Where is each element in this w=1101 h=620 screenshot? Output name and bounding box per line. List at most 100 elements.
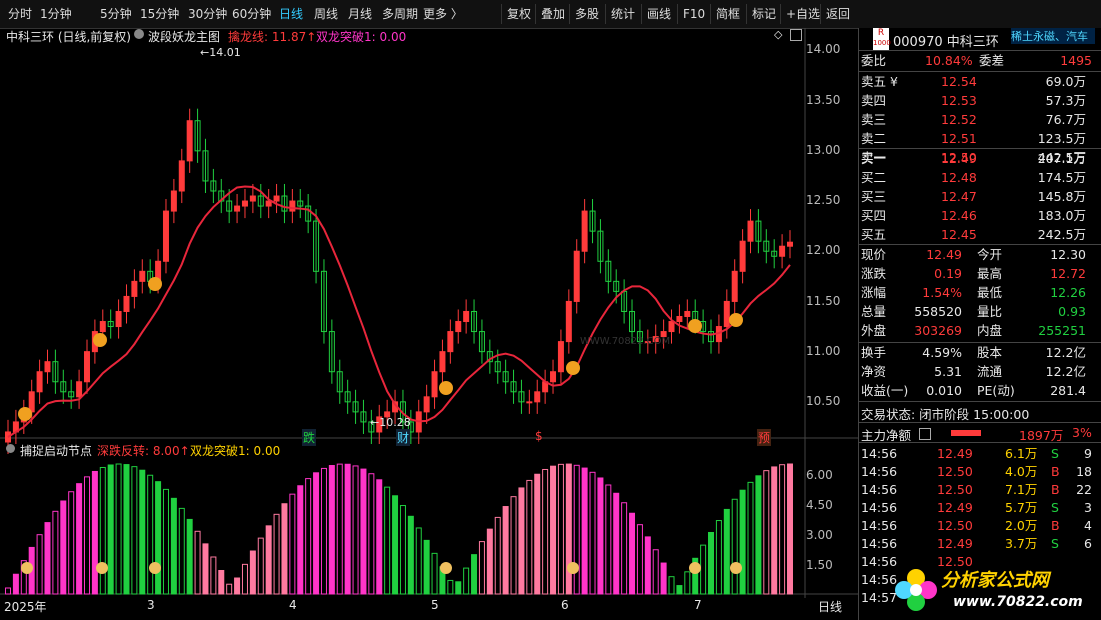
candle-body [139, 270, 146, 282]
tick-time: 14:56 [861, 536, 898, 551]
add-watchlist-button[interactable]: +自选 [780, 4, 825, 24]
candle-body [178, 160, 185, 192]
y-tick: 11.50 [806, 294, 841, 308]
more-periods[interactable]: 更多 〉 [423, 5, 463, 23]
indicator-bar [621, 502, 628, 595]
stat-row: 收益(一) 0.010 PE(动) 281.4 [859, 382, 1094, 400]
indicator-bar [139, 469, 146, 595]
main-flow-pct: 3% [1072, 425, 1092, 440]
candle-body [557, 341, 564, 373]
candle-body [526, 401, 533, 404]
period-tab[interactable]: 1分钟 [40, 5, 72, 23]
candle-body [162, 210, 169, 262]
diamond-icon[interactable]: ◇ [774, 28, 782, 41]
indicator-bar [249, 550, 256, 595]
quote-label: 涨跌 [861, 266, 887, 281]
marker-dollar: $ [535, 429, 543, 443]
indicator-bar [336, 463, 343, 595]
candle-body [170, 190, 177, 212]
divider [859, 342, 1101, 343]
candlestick-chart[interactable] [0, 28, 858, 620]
period-tab[interactable]: 周线 [314, 5, 338, 23]
indicator-bar [526, 479, 533, 595]
stat-value: 5.31 [934, 364, 962, 379]
indicator-bar [739, 489, 746, 595]
quote-value: 12.30 [1050, 247, 1086, 262]
tick-side: B [1051, 482, 1060, 497]
candle-body [241, 200, 248, 207]
action-button[interactable]: 画线 [641, 4, 676, 24]
indicator-bar [384, 486, 391, 595]
tick-count: 22 [1076, 482, 1092, 497]
period-tab-active[interactable]: 日线 [279, 5, 303, 23]
period-tab[interactable]: 分时 [8, 5, 32, 23]
tick-time: 14:57 [861, 590, 898, 605]
stat-label: PE(动) [977, 383, 1015, 398]
action-button[interactable]: F10 [677, 4, 710, 24]
period-tag[interactable]: 日线 [818, 598, 842, 615]
weicha-value: 1495 [1060, 53, 1092, 68]
quote-row: 总量 558520 量比 0.93 [859, 303, 1094, 321]
action-button[interactable]: 统计 [605, 4, 640, 24]
indicator-bar [68, 491, 75, 595]
candle-body [447, 331, 454, 353]
stat-label: 净资 [861, 364, 887, 379]
action-button[interactable]: 复权 [501, 4, 536, 24]
top-toolbar: 分时 1分钟 5分钟 15分钟 30分钟 60分钟 日线 周线 月线 多周期 更… [0, 0, 1101, 29]
candle-body [581, 210, 588, 252]
indicator-bar [289, 493, 296, 595]
sub-settings-icon[interactable] [6, 444, 15, 453]
action-button[interactable]: 简框 [710, 4, 745, 24]
ask-label: 卖三 [861, 112, 887, 127]
period-tab[interactable]: 60分钟 [232, 5, 271, 23]
indicator-bar [305, 478, 312, 595]
indicator-bar [281, 503, 288, 595]
maximize-icon[interactable] [790, 29, 802, 41]
marker-forecast: 预 [757, 429, 772, 446]
settings-icon[interactable] [134, 29, 144, 39]
back-button[interactable]: 返回 [820, 4, 855, 24]
bid-price: 12.47 [941, 189, 977, 204]
chart-area[interactable]: 中科三环 (日线,前复权) 波段妖龙主图 擒龙线: 11.87↑ 双龙突破1: … [0, 28, 858, 620]
tick-time: 14:56 [861, 572, 898, 587]
indicator-bar [644, 536, 651, 595]
action-button[interactable]: 标记 [746, 4, 781, 24]
money-bag-icon [440, 562, 452, 574]
tick-side: S [1051, 446, 1059, 461]
quote-label: 量比 [977, 304, 1003, 319]
bid-volume: 242.5万 [1037, 227, 1086, 242]
bid-row: 买四 12.46 183.0万 [859, 207, 1094, 225]
action-button[interactable]: 多股 [569, 4, 604, 24]
ask-price: 12.52 [941, 112, 977, 127]
candle-body [463, 310, 470, 323]
indicator-bar [597, 477, 604, 595]
bid-row: 买二 12.48 174.5万 [859, 169, 1094, 187]
quote-value: 558520 [914, 304, 962, 319]
indicator-bar [376, 479, 383, 595]
action-button[interactable]: 叠加 [535, 4, 570, 24]
marker-finance: 财 [396, 429, 411, 446]
tick-volume: 6.1万 [1005, 446, 1038, 461]
sub-y-tick: 3.00 [806, 528, 833, 542]
y-tick: 12.50 [806, 193, 841, 207]
indicator-bar [170, 497, 177, 595]
indicator-name[interactable]: 波段妖龙主图 [148, 28, 220, 45]
indicator-bar [605, 484, 612, 595]
period-tab[interactable]: 多周期 [382, 5, 418, 23]
period-tab[interactable]: 5分钟 [100, 5, 132, 23]
tick-volume: 5.7万 [1005, 500, 1038, 515]
bid-volume: 183.0万 [1037, 208, 1086, 223]
period-tab[interactable]: 15分钟 [140, 5, 179, 23]
x-label: 3 [147, 598, 155, 612]
tick-count: 3 [1084, 500, 1092, 515]
quote-value: 12.49 [926, 247, 962, 262]
stat-row: 净资 5.31 流通 12.2亿 [859, 363, 1094, 381]
indicator-bar [779, 464, 786, 595]
period-tab[interactable]: 30分钟 [188, 5, 227, 23]
candle-body [739, 240, 746, 272]
period-tab[interactable]: 月线 [348, 5, 372, 23]
list-icon[interactable] [919, 428, 931, 440]
indicator-bar [344, 463, 351, 595]
stat-label: 收益(一) [861, 383, 909, 398]
candle-body [28, 391, 35, 413]
